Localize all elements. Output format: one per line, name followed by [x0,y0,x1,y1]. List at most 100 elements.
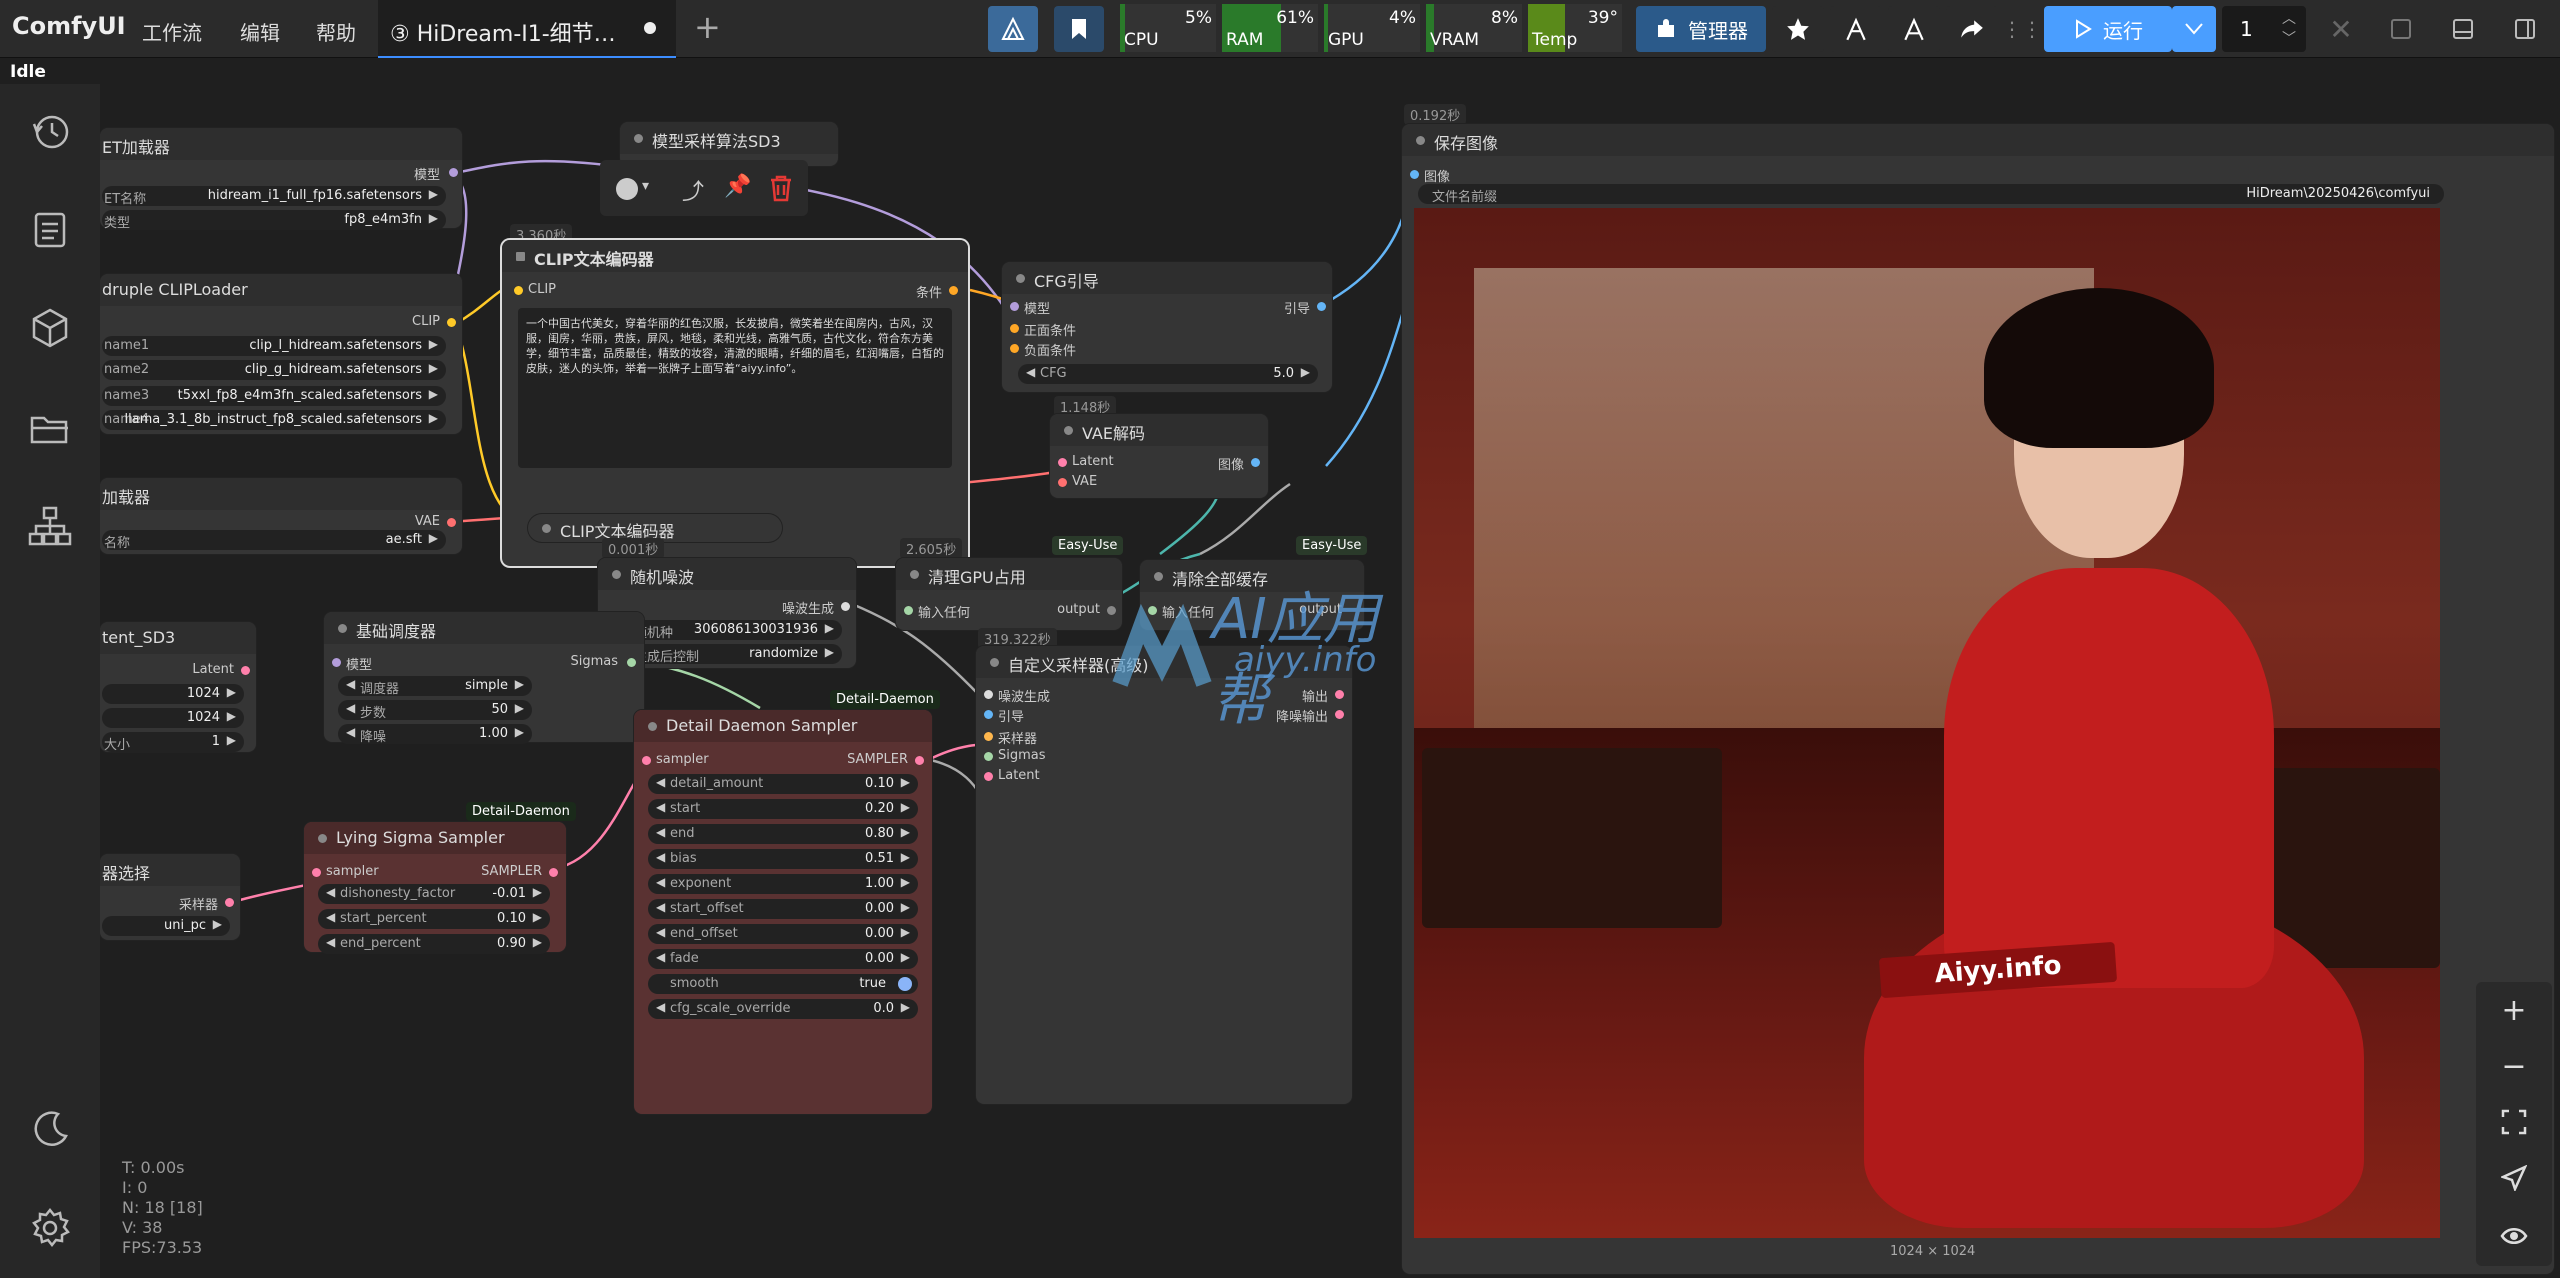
detail_daemon-widget-exponent[interactable]: ◀ exponent 1.00 ▶ [648,874,918,894]
any-input-port-2[interactable] [1148,606,1157,615]
output-port[interactable] [1107,606,1116,615]
menu-help[interactable]: 帮助 [316,17,356,46]
denoised-output-port[interactable] [1335,710,1344,719]
color-picker-icon[interactable] [616,178,638,200]
clip-name3-widget[interactable]: name3 t5xxl_fp8_e4m3fn_scaled.safetensors… [102,386,446,406]
toggle-knob-icon[interactable] [898,977,912,991]
arrow-right-icon[interactable]: ▶ [901,950,910,964]
arrow-right-icon[interactable]: ▶ [825,621,834,635]
noise-seed-widget[interactable]: ◀随机种306086130031936▶ [612,620,842,641]
arrow-left-icon[interactable]: ◀ [346,725,355,739]
clip-input-port[interactable] [514,286,523,295]
arrow-right-icon[interactable]: ▶ [429,211,438,225]
detail_daemon-widget-bias[interactable]: ◀ bias 0.51 ▶ [648,849,918,869]
zoom-in-icon[interactable]: + [2476,982,2552,1038]
positive-input-port[interactable] [1010,324,1019,333]
arrow-left-icon[interactable]: ◀ [656,775,665,789]
workflow-folder-icon[interactable] [28,406,72,450]
close-queue-icon[interactable]: ✕ [2318,6,2364,52]
scheduler-widget[interactable]: ◀ 调度器 simple ▶ [338,676,532,697]
sigmas-output-port[interactable] [627,658,636,667]
toggle-links-eye-icon[interactable] [2476,1206,2552,1266]
node-canvas[interactable]: ET加载器 模型 ET名称 hidream_i1_full_fp16.safet… [100,84,2560,1278]
arrow-right-icon[interactable]: ▶ [901,1000,910,1014]
arrow-left-icon[interactable]: ◀ [656,825,665,839]
arrow-right-icon[interactable]: ▶ [901,775,910,789]
clip-name1-widget[interactable]: name1 clip_l_hidream.safetensors ▶ [102,336,446,356]
history-icon[interactable] [28,110,72,154]
arrow-right-icon[interactable]: ▶ [429,337,438,351]
unsaved-dot-icon[interactable] [644,22,656,34]
save-image-node[interactable]: 保存图像 图像 文件名前缀 HiDream\20250426\comfyui Ai… [1402,124,2554,1274]
arrow-left-icon[interactable]: ◀ [346,677,355,691]
latent-width-widget[interactable]: 1024 ▶ [102,684,244,704]
cfg-widget[interactable]: ◀ CFG 5.0 ▶ [1018,364,1318,384]
arrow-right-icon[interactable]: ▶ [515,701,524,715]
zoom-out-icon[interactable]: − [2476,1038,2552,1094]
drag-handle-icon[interactable]: ⋮⋮ [2002,6,2042,52]
arrow-right-icon[interactable]: ▶ [429,361,438,375]
crystools-icon[interactable] [988,6,1038,52]
ksel-output-port[interactable] [225,898,234,907]
settings-icon[interactable] [28,1206,72,1250]
steps-widget[interactable]: ◀ 步数 50 ▶ [338,700,532,721]
scheduler-model-input-port[interactable] [332,658,341,667]
arrow-left-icon[interactable]: ◀ [656,925,665,939]
arrow-right-icon[interactable]: ▶ [429,411,438,425]
latent-input-port[interactable] [1058,458,1067,467]
noise-input-port[interactable] [984,690,993,699]
arrow-right-icon[interactable]: ▶ [213,917,222,931]
arrow-left-icon[interactable]: ◀ [326,885,335,899]
vae-name-widget[interactable]: 名称 ae.sft ▶ [102,530,446,551]
arrow-right-icon[interactable]: ▶ [533,885,542,899]
arrow-right-icon[interactable]: ▶ [825,645,834,659]
arrow-left-icon[interactable]: ◀ [1026,365,1035,379]
arrow-left-icon[interactable]: ◀ [346,701,355,715]
clip-name4-widget[interactable]: name4 llama_3.1_8b_instruct_fp8_scaled.sa… [102,410,446,430]
detail_daemon-widget-smooth[interactable]: smooth true [648,974,918,994]
arrow-left-icon[interactable]: ◀ [326,935,335,949]
detail-daemon-sampler-node[interactable]: Detail Daemon Sampler sampler SAMPLER ◀ d… [634,710,932,1114]
dd-sampler-output-port[interactable] [915,756,924,765]
detail_daemon-widget-fade[interactable]: ◀ fade 0.00 ▶ [648,949,918,969]
arrow-right-icon[interactable]: ▶ [515,725,524,739]
window-square-icon[interactable] [2378,6,2424,52]
run-button[interactable]: 运行 [2044,6,2172,52]
vae-output-port[interactable] [447,518,456,527]
arrow-left-icon[interactable]: ◀ [656,875,665,889]
noise-output-port[interactable] [841,602,850,611]
prompt-textarea[interactable]: 一个中国古代美女，穿着华丽的红色汉服，长发披肩，微笑着坐在闺房内，古风，汉服，闺… [518,308,952,468]
control-after-generate-widget[interactable]: ◀生成后控制randomize▶ [612,644,842,665]
conditioning-output-port[interactable] [949,286,958,295]
filename-prefix-widget[interactable]: 文件名前缀 HiDream\20250426\comfyui [1418,184,2444,205]
model-input-port[interactable] [1010,302,1019,311]
arrow-left-icon[interactable]: ◀ [656,900,665,914]
generated-image[interactable]: Aiyy.info [1414,208,2440,1238]
cfg-guider-node[interactable]: CFG引导 引导 模型 正面条件 负面条件 ◀ CFG 5.0 ▶ [1002,262,1332,392]
save-image-input-port[interactable] [1410,170,1419,179]
node-library-icon[interactable] [28,504,72,548]
detail_daemon-widget-end[interactable]: ◀ end 0.80 ▶ [648,824,918,844]
queue-count-input[interactable]: 1 ︿ ﹀ [2222,6,2306,52]
custom-sampler-advanced-node[interactable]: 自定义采样器(高级) 噪波生成 引导 采样器 Sigmas Latent 输出 … [976,646,1352,1104]
latent-batch-widget[interactable]: 大小 1 ▶ [102,732,244,753]
clear-cache-node[interactable]: 清除全部缓存 输入任何 output [1140,560,1364,630]
clear-gpu-node[interactable]: 清理GPU占用 输入任何 output [896,558,1122,630]
arrow-right-icon[interactable]: ▶ [901,900,910,914]
clip-name2-widget[interactable]: name2 clip_g_hidream.safetensors ▶ [102,360,446,380]
latent-height-widget[interactable]: 1024 ▶ [102,708,244,728]
unet-loader-node[interactable]: ET加载器 模型 ET名称 hidream_i1_full_fp16.safet… [100,128,462,231]
pin-icon[interactable]: 📌 [724,174,751,199]
stepper-up-icon[interactable]: ︿ [2282,8,2296,28]
stepper-down-icon[interactable]: ﹀ [2282,28,2296,48]
arrow-right-icon[interactable]: ▶ [533,935,542,949]
menu-edit[interactable]: 编辑 [240,17,280,46]
unet-name-widget[interactable]: ET名称 hidream_i1_full_fp16.safetensors ▶ [102,186,446,207]
arrow-right-icon[interactable]: ▶ [515,677,524,691]
workflow-graph-icon[interactable] [1830,6,1882,52]
share-icon[interactable] [1946,6,1998,52]
negative-input-port[interactable] [1010,344,1019,353]
chevron-down-icon[interactable]: ▾ [642,178,649,194]
theme-toggle-icon[interactable] [28,1108,72,1152]
bypass-icon[interactable]: ⤴ [682,174,704,206]
